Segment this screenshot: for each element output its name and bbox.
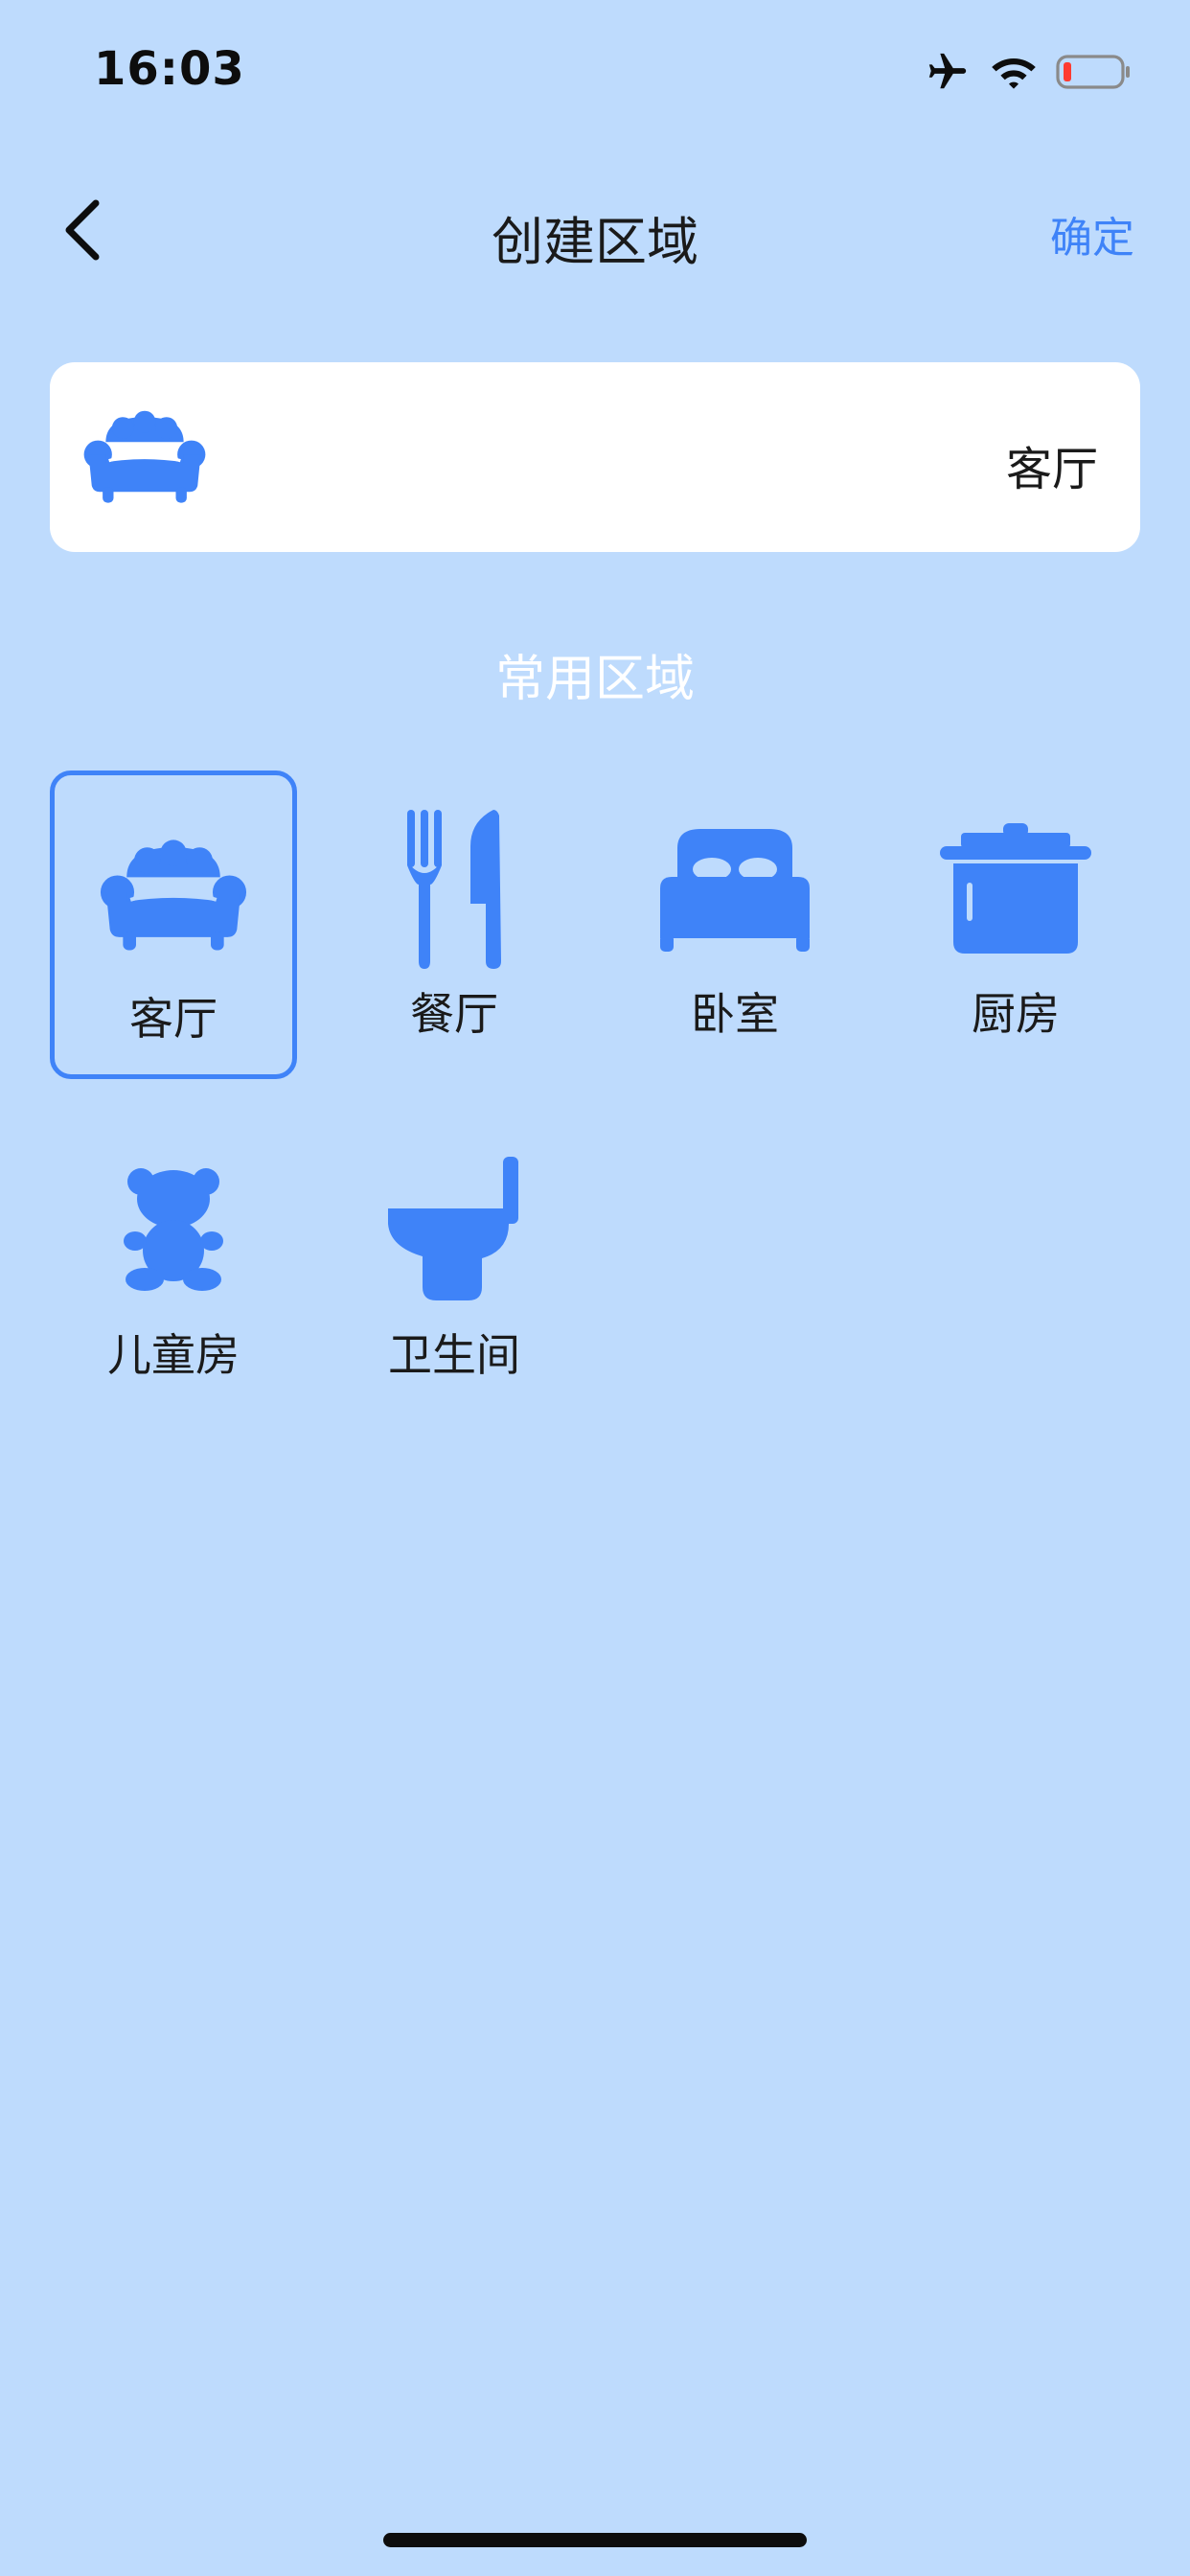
toilet-icon xyxy=(331,1148,578,1311)
area-tile-label: 卫生间 xyxy=(388,1329,520,1381)
status-time: 16:03 xyxy=(94,42,245,96)
area-tile-label: 厨房 xyxy=(972,988,1060,1040)
area-tile-living-room[interactable]: 客厅 xyxy=(50,770,297,1079)
sofa-icon xyxy=(55,812,292,975)
area-tile-dining-room[interactable]: 餐厅 xyxy=(331,770,578,1079)
area-tile-bedroom[interactable]: 卧室 xyxy=(611,770,858,1079)
area-tile-bathroom[interactable]: 卫生间 xyxy=(331,1112,578,1420)
area-tile-kitchen[interactable]: 厨房 xyxy=(892,770,1139,1079)
area-tile-label: 客厅 xyxy=(129,993,217,1045)
section-title: 常用区域 xyxy=(494,651,695,708)
selected-area-label: 客厅 xyxy=(1005,443,1098,496)
airplane-icon xyxy=(928,53,967,89)
area-tile-label: 卧室 xyxy=(691,988,779,1040)
teddy-bear-icon xyxy=(50,1148,297,1311)
bed-icon xyxy=(611,807,858,970)
area-tile-label: 餐厅 xyxy=(410,988,498,1040)
fork-knife-icon xyxy=(331,807,578,970)
sofa-icon xyxy=(82,402,207,508)
selected-area-card[interactable]: 客厅 xyxy=(50,362,1140,552)
wifi-icon xyxy=(992,58,1036,89)
area-tile-kids-room[interactable]: 儿童房 xyxy=(50,1112,297,1420)
home-indicator xyxy=(383,2533,807,2547)
page-title: 创建区域 xyxy=(492,212,698,272)
status-icons xyxy=(924,50,1133,94)
area-tile-label: 儿童房 xyxy=(107,1329,240,1381)
confirm-button[interactable]: 确定 xyxy=(1050,203,1134,264)
pot-icon xyxy=(892,807,1139,970)
battery-icon xyxy=(1056,55,1130,89)
